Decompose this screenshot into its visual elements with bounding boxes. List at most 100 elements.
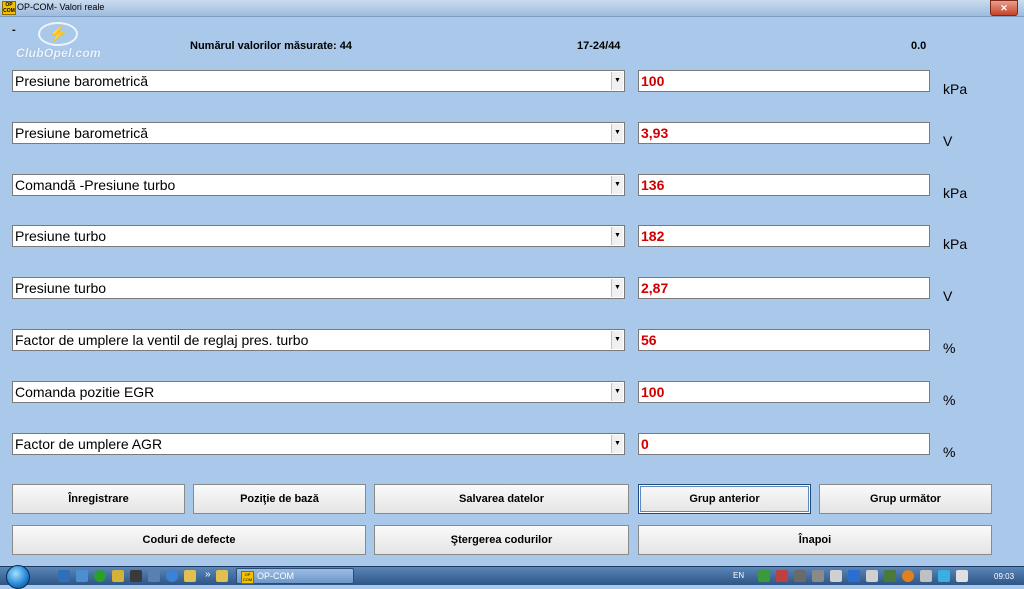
back-button[interactable]: Înapoi bbox=[638, 525, 992, 555]
value-text: 0 bbox=[641, 436, 649, 452]
value-field: 100 bbox=[638, 70, 930, 92]
unit-label: % bbox=[943, 340, 956, 356]
unit-label: V bbox=[943, 133, 953, 149]
taskbar-button-opcom[interactable]: OP COM OP-COM bbox=[236, 568, 354, 584]
clear-codes-button[interactable]: Ştergerea codurilor bbox=[374, 525, 629, 555]
start-button-icon[interactable] bbox=[6, 565, 30, 589]
parameter-dropdown[interactable]: Comandă -Presiune turbo ▼ bbox=[12, 174, 625, 196]
parameter-label: Comanda pozitie EGR bbox=[15, 384, 155, 400]
value-field: 100 bbox=[638, 381, 930, 403]
parameter-dropdown[interactable]: Factor de umplere AGR ▼ bbox=[12, 433, 625, 455]
unit-label: % bbox=[943, 392, 956, 408]
opel-bolt-icon: ⚡ bbox=[48, 26, 68, 43]
value-text: 100 bbox=[641, 384, 665, 400]
save-data-button[interactable]: Salvarea datelor bbox=[374, 484, 629, 514]
value-field: 2,87 bbox=[638, 277, 930, 299]
language-indicator[interactable]: EN bbox=[733, 571, 744, 580]
folder-icon[interactable] bbox=[216, 570, 228, 582]
value-text: 3,93 bbox=[641, 125, 669, 141]
value-field: 56 bbox=[638, 329, 930, 351]
value-text: 182 bbox=[641, 228, 665, 244]
fault-codes-button[interactable]: Coduri de defecte bbox=[12, 525, 366, 555]
value-row: Comanda pozitie EGR ▼ 100 % bbox=[0, 381, 1024, 421]
clock[interactable]: 09:03 bbox=[994, 572, 1014, 581]
bluetooth-icon[interactable] bbox=[848, 570, 860, 582]
logo-text: ClubOpel.com bbox=[16, 46, 101, 60]
taskbar-button-label: OP-COM bbox=[257, 571, 294, 581]
value-row: Factor de umplere AGR ▼ 0 % bbox=[0, 433, 1024, 473]
base-position-button[interactable]: Poziţie de bază bbox=[193, 484, 366, 514]
explorer-folder-icon[interactable] bbox=[184, 570, 196, 582]
time-value: 0.0 bbox=[911, 40, 927, 52]
close-button[interactable]: ✕ bbox=[990, 0, 1018, 16]
opcom-icon: OP COM bbox=[241, 571, 254, 584]
dropdown-arrow-icon[interactable]: ▼ bbox=[611, 331, 623, 349]
tray-app-icon[interactable] bbox=[776, 570, 788, 582]
value-row: Presiune barometrică ▼ 3,93 V bbox=[0, 122, 1024, 162]
dropdown-arrow-icon[interactable]: ▼ bbox=[611, 176, 623, 194]
logo-dash: - bbox=[12, 24, 16, 36]
window-icon[interactable] bbox=[148, 570, 160, 582]
value-row: Presiune barometrică ▼ 100 kPa bbox=[0, 70, 1024, 110]
value-row: Presiune turbo ▼ 182 kPa bbox=[0, 225, 1024, 265]
parameter-label: Factor de umplere AGR bbox=[15, 436, 163, 452]
value-field: 136 bbox=[638, 174, 930, 196]
dropdown-arrow-icon[interactable]: ▼ bbox=[611, 383, 623, 401]
window-title: OP-COM- Valori reale bbox=[17, 2, 105, 12]
parameter-label: Factor de umplere la ventil de reglaj pr… bbox=[15, 332, 309, 348]
value-text: 136 bbox=[641, 177, 665, 193]
parameter-dropdown[interactable]: Comanda pozitie EGR ▼ bbox=[12, 381, 625, 403]
unit-label: kPa bbox=[943, 81, 968, 97]
toolbar-overflow-icon[interactable]: » bbox=[205, 569, 211, 580]
tray-app-icon[interactable] bbox=[884, 570, 896, 582]
value-row: Comandă -Presiune turbo ▼ 136 kPa bbox=[0, 174, 1024, 214]
parameter-dropdown[interactable]: Presiune turbo ▼ bbox=[12, 225, 625, 247]
utorrent-icon[interactable] bbox=[94, 570, 106, 582]
value-field: 0 bbox=[638, 433, 930, 455]
value-row: Presiune turbo ▼ 2,87 V bbox=[0, 277, 1024, 317]
title-bar: OP COM OP-COM- Valori reale ✕ bbox=[0, 0, 1024, 17]
internet-explorer-icon[interactable] bbox=[166, 570, 178, 582]
value-row: Factor de umplere la ventil de reglaj pr… bbox=[0, 329, 1024, 369]
volume-icon[interactable] bbox=[812, 570, 824, 582]
display-icon[interactable] bbox=[830, 570, 842, 582]
dropdown-arrow-icon[interactable]: ▼ bbox=[611, 72, 623, 90]
clubopel-logo: - ⚡ ClubOpel.com bbox=[10, 22, 120, 62]
parameter-label: Presiune turbo bbox=[15, 228, 107, 244]
unit-label: kPa bbox=[943, 185, 968, 201]
previous-group-button[interactable]: Grup anterior bbox=[638, 484, 811, 514]
unit-label: kPa bbox=[943, 236, 968, 252]
taskbar: » OP COM OP-COM EN 09:03 bbox=[0, 565, 1024, 589]
tool-icon[interactable] bbox=[130, 570, 142, 582]
tray-app-icon[interactable] bbox=[758, 570, 770, 582]
values-range: 17-24/44 bbox=[577, 40, 621, 52]
show-desktop-icon[interactable] bbox=[58, 570, 70, 582]
dropdown-arrow-icon[interactable]: ▼ bbox=[611, 124, 623, 142]
network-icon[interactable] bbox=[938, 570, 950, 582]
flag-icon[interactable] bbox=[866, 570, 878, 582]
volume-icon[interactable] bbox=[920, 570, 932, 582]
tray-app-icon[interactable] bbox=[794, 570, 806, 582]
battery-icon[interactable] bbox=[956, 570, 968, 582]
app-icon: OP COM bbox=[2, 1, 16, 15]
value-text: 100 bbox=[641, 73, 665, 89]
parameter-dropdown[interactable]: Factor de umplere la ventil de reglaj pr… bbox=[12, 329, 625, 351]
parameter-label: Presiune turbo bbox=[15, 280, 107, 296]
record-button[interactable]: Înregistrare bbox=[12, 484, 185, 514]
parameter-label: Comandă -Presiune turbo bbox=[15, 177, 176, 193]
parameter-dropdown[interactable]: Presiune turbo ▼ bbox=[12, 277, 625, 299]
value-field: 3,93 bbox=[638, 122, 930, 144]
parameter-dropdown[interactable]: Presiune barometrică ▼ bbox=[12, 70, 625, 92]
computer-icon[interactable] bbox=[76, 570, 88, 582]
parameter-label: Presiune barometrică bbox=[15, 73, 149, 89]
parameter-label: Presiune barometrică bbox=[15, 125, 149, 141]
tray-app-icon[interactable] bbox=[902, 570, 914, 582]
unit-label: % bbox=[943, 444, 956, 460]
folder-icon[interactable] bbox=[112, 570, 124, 582]
parameter-dropdown[interactable]: Presiune barometrică ▼ bbox=[12, 122, 625, 144]
dropdown-arrow-icon[interactable]: ▼ bbox=[611, 279, 623, 297]
value-text: 2,87 bbox=[641, 280, 669, 296]
next-group-button[interactable]: Grup următor bbox=[819, 484, 992, 514]
dropdown-arrow-icon[interactable]: ▼ bbox=[611, 227, 623, 245]
dropdown-arrow-icon[interactable]: ▼ bbox=[611, 435, 623, 453]
